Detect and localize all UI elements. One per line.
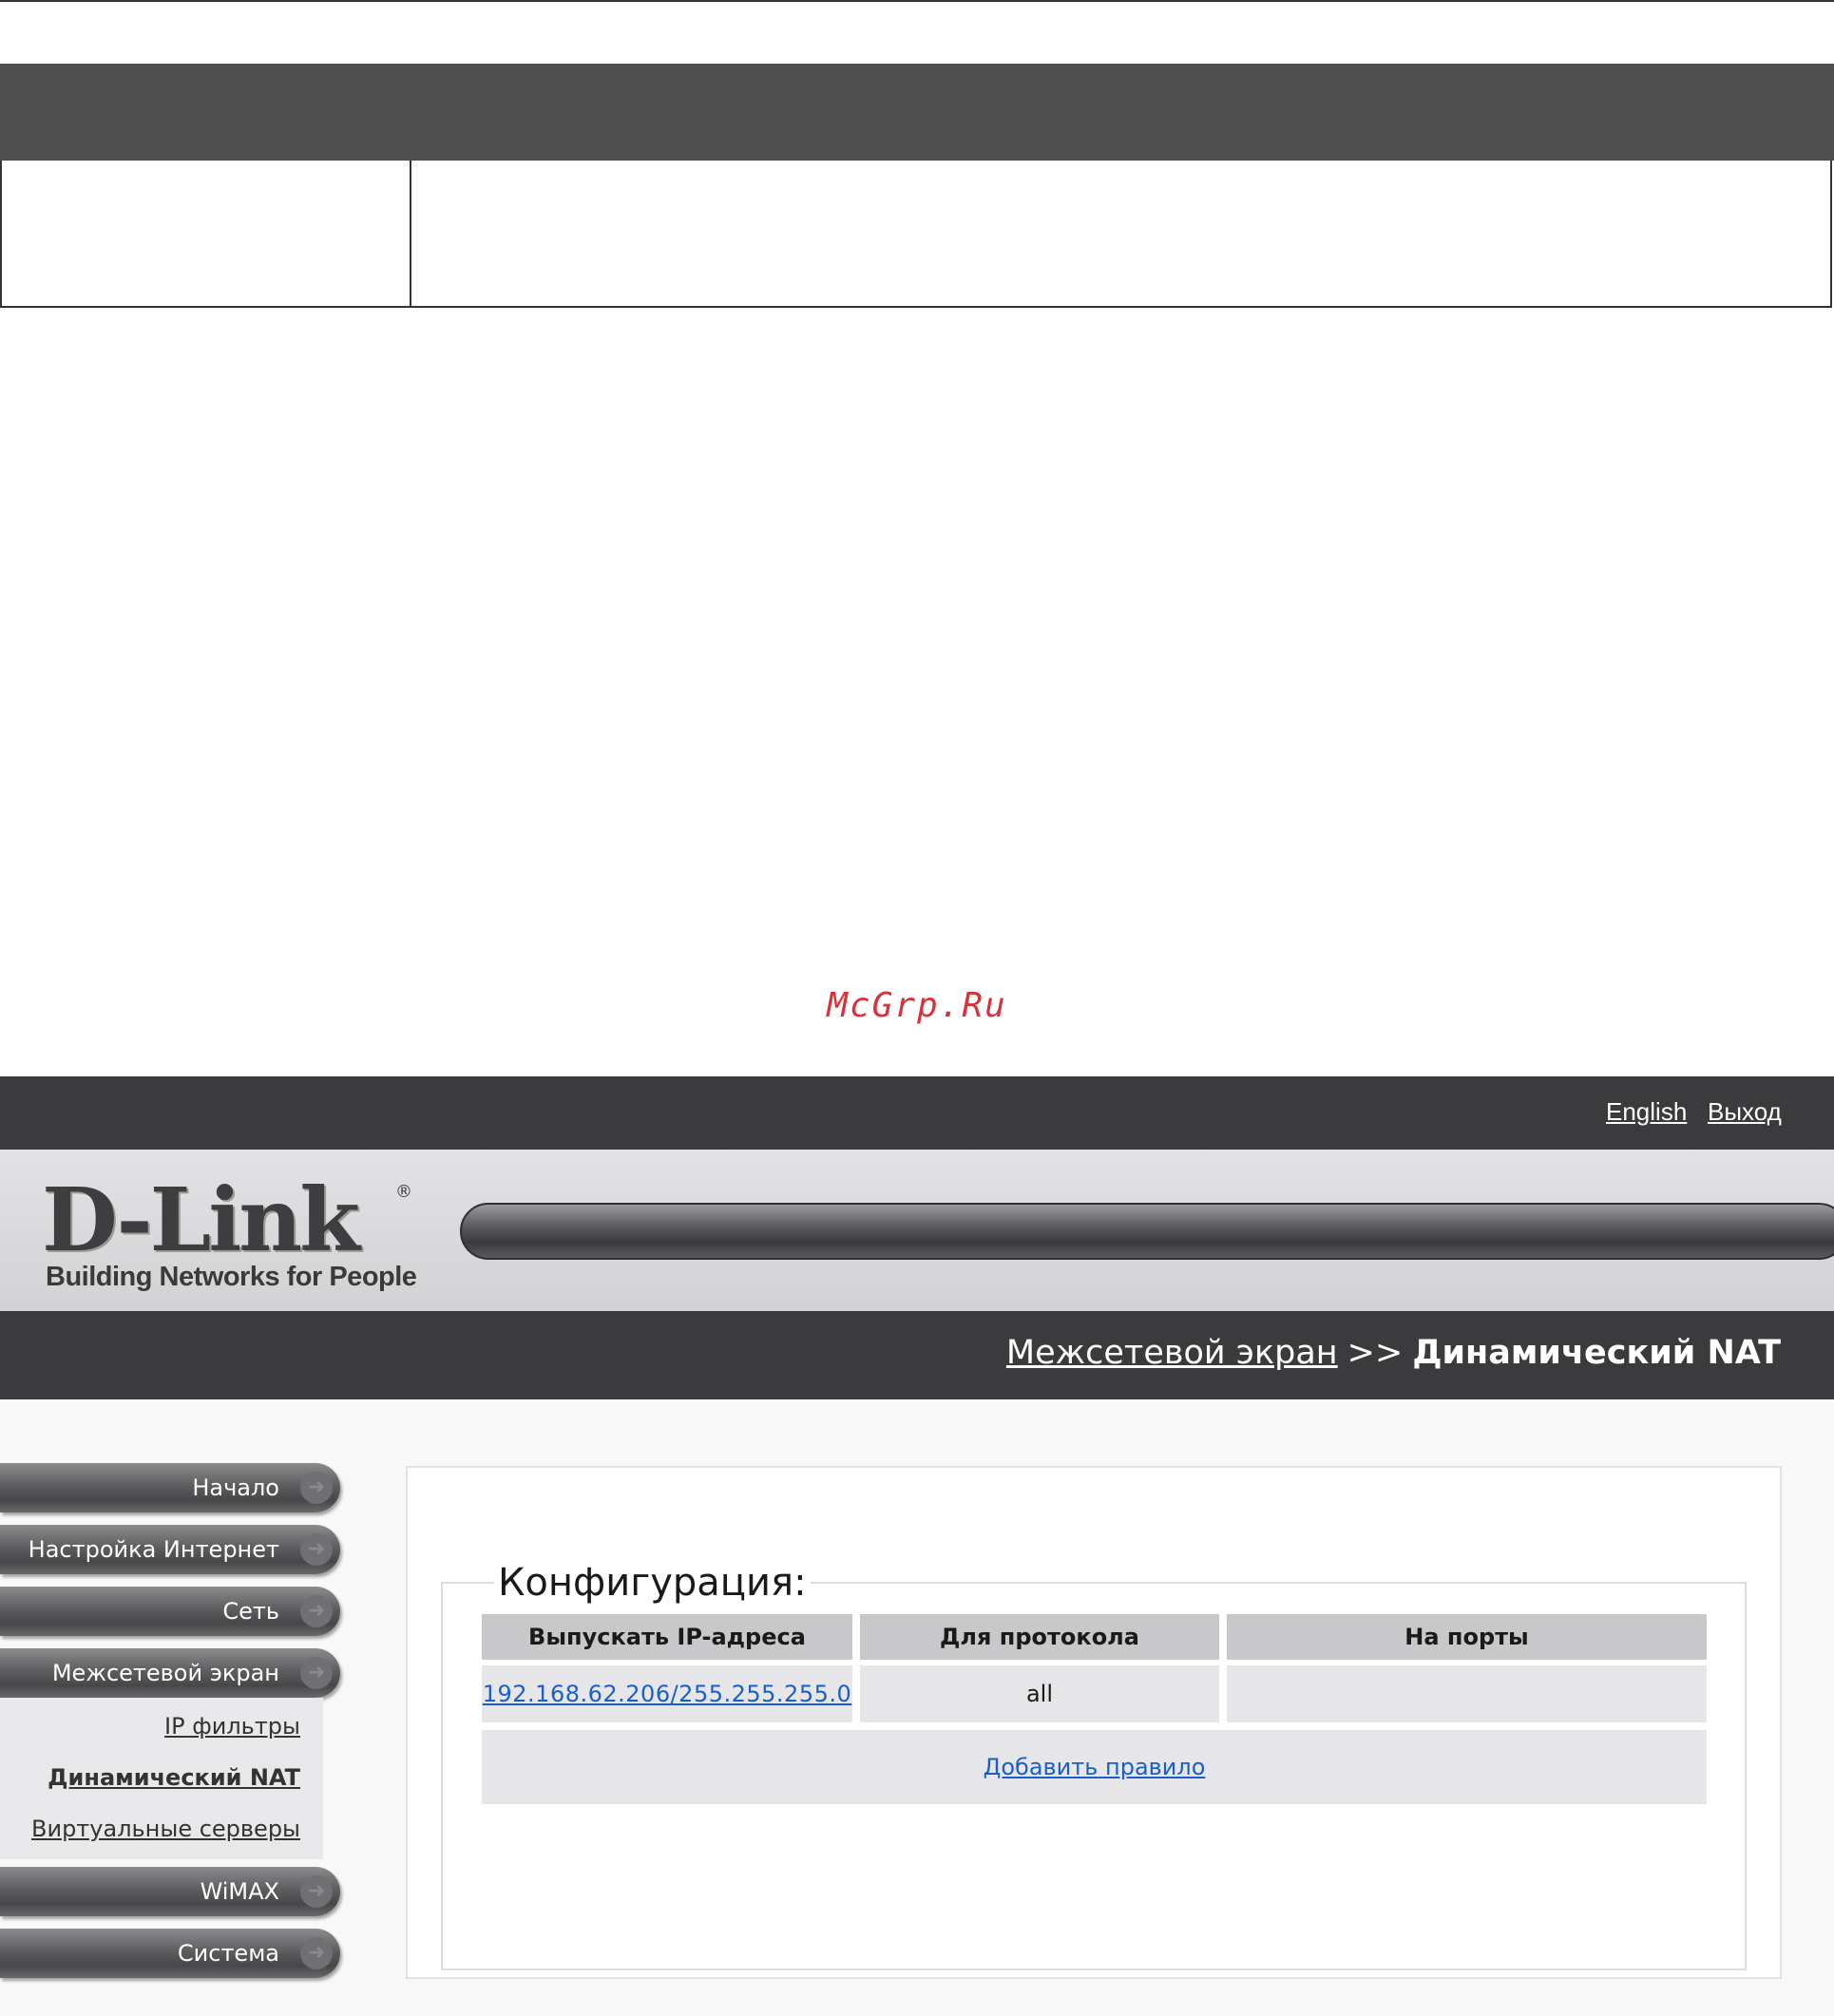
table-cell-protocol: all	[860, 1665, 1219, 1722]
sidebar-item-label: Настройка Интернет	[28, 1536, 279, 1563]
breadcrumb-bar: Межсетевой экран >> Динамический NAT	[0, 1311, 1834, 1399]
rule-ip-link[interactable]: 192.168.62.206/255.255.255.0	[483, 1681, 852, 1707]
sidebar-item-label: Сеть	[222, 1598, 279, 1625]
arrow-right-icon: ➜	[300, 1472, 333, 1504]
sidebar-item-label: WiMAX	[200, 1878, 279, 1905]
sidebar-item-wimax[interactable]: WiMAX ➜	[0, 1867, 340, 1916]
logout-link[interactable]: Выход	[1708, 1097, 1782, 1127]
arrow-right-icon: ➜	[300, 1937, 333, 1969]
configuration-legend: Конфигурация:	[494, 1561, 811, 1605]
column-header-protocol: Для протокола	[860, 1614, 1219, 1660]
english-link[interactable]: English	[1606, 1097, 1687, 1127]
submenu-item-virtual-servers[interactable]: Виртуальные серверы	[31, 1816, 300, 1842]
sidebar-item-home[interactable]: Начало ➜	[0, 1463, 340, 1512]
document-table-body	[0, 161, 1832, 308]
logo-tagline: Building Networks for People	[46, 1262, 417, 1292]
sidebar-item-internet-setup[interactable]: Настройка Интернет ➜	[0, 1525, 340, 1574]
document-table-divider	[410, 161, 411, 308]
sidebar-item-firewall[interactable]: Межсетевой экран ➜	[0, 1648, 340, 1698]
top-bar: English Выход	[0, 1076, 1834, 1150]
sidebar-item-label: Межсетевой экран	[51, 1660, 279, 1686]
arrow-right-icon: ➜	[300, 1533, 333, 1566]
submenu-item-dynamic-nat[interactable]: Динамический NAT	[48, 1764, 300, 1791]
arrow-right-icon: ➜	[300, 1875, 333, 1908]
add-rule-row: Добавить правило	[482, 1730, 1707, 1804]
breadcrumb-separator: >>	[1347, 1334, 1404, 1372]
table-cell-ip: 192.168.62.206/255.255.255.0	[482, 1665, 852, 1722]
breadcrumb: Межсетевой экран >> Динамический NAT	[1006, 1334, 1781, 1372]
column-header-release-ip: Выпускать IP-адреса	[482, 1614, 852, 1660]
arrow-right-icon: ➜	[300, 1657, 333, 1689]
submenu-item-ip-filters[interactable]: IP фильтры	[164, 1713, 300, 1740]
breadcrumb-parent-link[interactable]: Межсетевой экран	[1006, 1334, 1338, 1372]
sidebar-item-label: Система	[177, 1940, 279, 1967]
table-cell-ports	[1227, 1665, 1707, 1722]
router-web-ui: English Выход D-Link ® Building Networks…	[0, 1076, 1834, 2016]
column-header-ports: На порты	[1227, 1614, 1707, 1660]
logo-band: D-Link ® Building Networks for People	[0, 1150, 1834, 1311]
decorative-bar	[460, 1203, 1834, 1260]
top-rule	[0, 0, 1834, 2]
dlink-logo: D-Link	[42, 1169, 360, 1271]
registered-mark: ®	[395, 1182, 412, 1202]
firewall-submenu: IP фильтры Динамический NAT Виртуальные …	[0, 1698, 323, 1859]
document-table-header	[0, 64, 1834, 161]
sidebar-item-label: Начало	[192, 1474, 279, 1501]
arrow-right-icon: ➜	[300, 1595, 333, 1627]
watermark: McGrp.Ru	[827, 986, 1007, 1025]
sidebar-item-network[interactable]: Сеть ➜	[0, 1587, 340, 1636]
add-rule-link[interactable]: Добавить правило	[984, 1754, 1206, 1780]
sidebar-item-system[interactable]: Система ➜	[0, 1929, 340, 1978]
breadcrumb-current: Динамический NAT	[1412, 1334, 1781, 1372]
